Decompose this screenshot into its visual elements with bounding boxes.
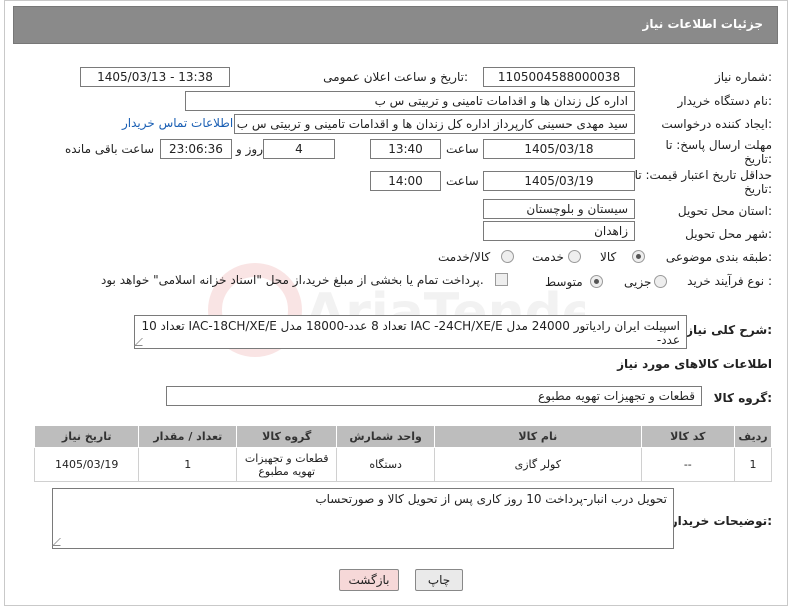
category-radio-goods-service[interactable] xyxy=(501,250,514,263)
buyer-notes-text: تحویل درب انبار-پرداخت 10 روز کاری پس از… xyxy=(315,492,667,506)
deadline-days-field: 4 xyxy=(263,139,335,159)
cell-code: -- xyxy=(640,447,736,482)
process-radio-minor[interactable] xyxy=(654,275,667,288)
page-title: جزئیات اطلاعات نیاز xyxy=(642,17,763,31)
treasury-payment-checkbox[interactable] xyxy=(495,273,508,286)
category-radio-goods[interactable] xyxy=(632,250,645,263)
table-row: 1 -- کولر گازی دستگاه قطعات و تجهیزات ته… xyxy=(33,447,772,482)
deadline-remaining-label: ساعت باقی مانده xyxy=(65,142,155,156)
buyer-contact-link[interactable]: اطلاعات تماس خریدار xyxy=(122,116,233,130)
cell-row: 1 xyxy=(734,447,772,482)
category-option-goods: کالا xyxy=(600,250,617,264)
deadline-days-label: روز و xyxy=(236,142,263,156)
process-option-minor: جزیی xyxy=(624,275,652,289)
resize-handle-icon[interactable] xyxy=(52,538,68,546)
city-label: شهر محل تحویل: xyxy=(685,227,772,241)
category-label: طبقه بندی موضوعی: xyxy=(665,250,772,264)
goods-group-field: قطعات و تجهیزات تهویه مطبوع xyxy=(166,386,702,406)
buyer-org-label: نام دستگاه خریدار: xyxy=(677,94,773,108)
description-text: اسپیلت ایران رادیاتور 24000 مدل IAC -24C… xyxy=(141,319,680,347)
table-header-row: ردیف کد کالا نام کالا واحد شمارش گروه کا… xyxy=(33,425,772,448)
cell-date: 1405/03/19 xyxy=(33,447,140,482)
process-option-medium: متوسط xyxy=(545,275,583,289)
cell-name: کولر گازی xyxy=(434,447,642,482)
category-option-service: خدمت xyxy=(532,250,564,264)
treasury-payment-note: پرداخت تمام یا بخشی از مبلغ خرید،از محل … xyxy=(101,273,484,287)
col-group: گروه کالا xyxy=(236,425,338,448)
back-button[interactable]: بازگشت xyxy=(339,569,399,591)
cell-qty: 1 xyxy=(138,447,238,482)
cell-group: قطعات و تجهیزات تهویه مطبوع xyxy=(236,447,338,482)
goods-info-title: اطلاعات کالاهای مورد نیاز xyxy=(617,357,772,371)
col-qty: تعداد / مقدار xyxy=(138,425,238,448)
requester-label: ایجاد کننده درخواست: xyxy=(661,117,772,131)
need-number-label: شماره نیاز: xyxy=(714,70,772,84)
buyer-org-field: اداره کل زندان ها و اقدامات تامینی و ترب… xyxy=(185,91,635,111)
description-label: شرح کلی نیاز: xyxy=(686,323,772,337)
price-validity-time-label: ساعت xyxy=(446,174,479,188)
buyer-notes-label: توضیحات خریدار: xyxy=(670,514,772,528)
category-option-goods-service: کالا/خدمت xyxy=(438,250,491,264)
goods-table: ردیف کد کالا نام کالا واحد شمارش گروه کا… xyxy=(33,425,772,482)
col-code: کد کالا xyxy=(640,425,736,448)
page-header: جزئیات اطلاعات نیاز xyxy=(13,6,778,44)
requester-field: سید مهدی حسینی کارپرداز اداره کل زندان ه… xyxy=(234,114,635,134)
announce-field: 1405/03/13 - 13:38 xyxy=(80,67,230,87)
deadline-time-label: ساعت xyxy=(446,142,479,156)
buyer-notes-textarea[interactable]: تحویل درب انبار-پرداخت 10 روز کاری پس از… xyxy=(52,488,674,549)
process-label: نوع فرآیند خرید : xyxy=(687,274,772,288)
deadline-remaining-field: 23:06:36 xyxy=(160,139,232,159)
goods-group-label: گروه کالا: xyxy=(713,391,772,405)
deadline-time-field: 13:40 xyxy=(370,139,441,159)
resize-handle-icon[interactable] xyxy=(134,338,150,346)
price-validity-label: حداقل تاریخ اعتبار قیمت: تا تاریخ: xyxy=(634,168,772,196)
cell-unit: دستگاه xyxy=(336,447,436,482)
deadline-label: مهلت ارسال پاسخ: تا تاریخ: xyxy=(665,138,772,166)
col-unit: واحد شمارش xyxy=(336,425,436,448)
price-validity-date-field: 1405/03/19 xyxy=(483,171,635,191)
city-field: زاهدان xyxy=(483,221,635,241)
col-name: نام کالا xyxy=(434,425,642,448)
announce-label: تاریخ و ساعت اعلان عمومی: xyxy=(323,70,468,84)
province-field: سیستان و بلوچستان xyxy=(483,199,635,219)
category-radio-service[interactable] xyxy=(568,250,581,263)
process-radio-medium[interactable] xyxy=(590,275,603,288)
description-textarea[interactable]: اسپیلت ایران رادیاتور 24000 مدل IAC -24C… xyxy=(134,315,687,349)
col-date: تاریخ نیاز xyxy=(33,425,140,448)
deadline-date-field: 1405/03/18 xyxy=(483,139,635,159)
price-validity-time-field: 14:00 xyxy=(370,171,441,191)
col-row: ردیف xyxy=(734,425,772,448)
need-number-field: 1105004588000038 xyxy=(483,67,635,87)
province-label: استان محل تحویل: xyxy=(677,204,772,218)
print-button[interactable]: چاپ xyxy=(415,569,463,591)
